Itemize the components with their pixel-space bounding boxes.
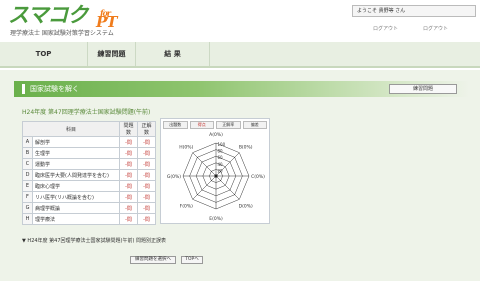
top-button[interactable]: TOPへ <box>181 256 203 264</box>
app-subtitle: 理学療法士 国家試験対策学習システム <box>10 30 114 37</box>
table-row: C 運動学 -問 -問 <box>22 158 156 170</box>
table-header-row: 科目 問題数 正解数 <box>22 121 156 137</box>
row-subject: 生理学 <box>32 147 120 159</box>
app-logo[interactable]: スマコク for PT <box>8 2 117 32</box>
radar-scale-label: 80 <box>218 149 224 154</box>
radar-axis-label: D(0%) <box>239 204 253 210</box>
table-row: F リハ医学(リハ概論を含む) -問 -問 <box>22 191 156 203</box>
row-subject: 臨床医学大要(人間発達学を含む) <box>32 169 120 181</box>
col-correct: 正解数 <box>137 121 156 137</box>
radar-scale-label: 20 <box>218 168 224 173</box>
banner-mark <box>22 84 25 94</box>
radar-axis-label: G(0%) <box>167 174 181 180</box>
row-subject: 解剖学 <box>32 136 120 148</box>
row-letter: A <box>22 136 33 148</box>
row-questions: -問 <box>119 147 138 159</box>
tab-top[interactable]: TOP <box>0 42 88 66</box>
table-row: A 解剖学 -問 -問 <box>22 136 156 148</box>
logo-main: スマコク <box>8 2 88 27</box>
tab-results[interactable]: 結 果 <box>136 42 210 66</box>
radar-axis-label: E(0%) <box>209 216 223 222</box>
radar-tabs: 出題数 得点 正解率 偏差 <box>163 121 267 129</box>
row-correct: -問 <box>137 158 156 170</box>
row-questions: -問 <box>119 202 138 214</box>
radar-chart: A(0%) B(0%) C(0%) D(0%) E(0%) F(0%) G(0%) H(0%)… <box>167 132 265 222</box>
radar-scale-label: 100 <box>218 142 226 147</box>
table-row: G 病理学概論 -問 -問 <box>22 202 156 214</box>
radar-axis-label: A(0%) <box>209 132 223 138</box>
row-questions: -問 <box>119 213 138 225</box>
row-questions: -問 <box>119 136 138 148</box>
section-banner: 国家試験を解く 練習問題 <box>14 81 469 97</box>
row-questions: -問 <box>119 169 138 181</box>
logout-link-2[interactable]: ログアウト <box>423 25 448 32</box>
table-row: E 臨床心理学 -問 -問 <box>22 180 156 192</box>
row-questions: -問 <box>119 191 138 203</box>
row-letter: H <box>22 213 33 225</box>
col-questions: 問題数 <box>119 121 138 137</box>
radar-center-point <box>214 174 218 178</box>
row-subject: 運動学 <box>32 158 120 170</box>
radar-panel: 出題数 得点 正解率 偏差 A(0%) B(0%) C(0%) D(0%) E(0%) F… <box>160 118 270 224</box>
row-correct: -問 <box>137 136 156 148</box>
row-correct: -問 <box>137 191 156 203</box>
table-row: B 生理学 -問 -問 <box>22 147 156 159</box>
radar-axis-label: C(0%) <box>251 174 265 180</box>
radar-axis-label: F(0%) <box>180 204 193 210</box>
row-correct: -問 <box>137 169 156 181</box>
table-row: D 臨床医学大要(人間発達学を含む) -問 -問 <box>22 169 156 181</box>
table-row: H 理学療法 -問 -問 <box>22 213 156 225</box>
row-questions: -問 <box>119 180 138 192</box>
radar-tab-rate[interactable]: 正解率 <box>216 121 241 129</box>
row-subject: 病理学概論 <box>32 202 120 214</box>
main-content: 国家試験を解く 練習問題 H24年度 第47回理学療法士国家試験問題(午前) 科… <box>0 70 480 281</box>
tab-practice[interactable]: 練習問題 <box>88 42 136 66</box>
subject-table: 科目 問題数 正解数 A 解剖学 -問 -問 B 生理学 -問 -問 C 運動学 -問 -問 D臨… <box>22 121 156 225</box>
row-letter: F <box>22 191 33 203</box>
logout-link[interactable]: ログアウト <box>373 25 398 32</box>
row-correct: -問 <box>137 180 156 192</box>
row-subject: 理学療法 <box>32 213 120 225</box>
row-subject: 臨床心理学 <box>32 180 120 192</box>
row-subject: リハ医学(リハ概論を含む) <box>32 191 120 203</box>
row-correct: -問 <box>137 202 156 214</box>
row-correct: -問 <box>137 147 156 159</box>
exam-title: H24年度 第47回理学療法士国家試験問題(午前) <box>22 109 151 116</box>
row-letter: D <box>22 169 33 181</box>
row-letter: C <box>22 158 33 170</box>
row-questions: -問 <box>119 158 138 170</box>
row-correct: -問 <box>137 213 156 225</box>
radar-scale-label: 40 <box>218 162 224 167</box>
main-nav: TOP 練習問題 結 果 <box>0 42 480 68</box>
row-letter: G <box>22 202 33 214</box>
radar-axis-label: B(0%) <box>239 144 253 150</box>
radar-scale-label: 60 <box>218 155 224 160</box>
header: スマコク for PT 理学療法士 国家試験対策学習システム ようこそ 貴野等 … <box>0 0 480 42</box>
radar-axis-label: H(0%) <box>179 144 193 150</box>
select-practice-button[interactable]: 練習問題を選択へ <box>130 256 176 264</box>
answer-sheet-heading: ▼ H24年度 第47回理学療法士国家試験問題(午前) 問題別正誤表 <box>22 238 167 244</box>
row-letter: E <box>22 180 33 192</box>
col-subject: 科目 <box>22 121 120 137</box>
practice-button[interactable]: 練習問題 <box>389 84 457 94</box>
banner-title: 国家試験を解く <box>30 85 79 93</box>
radar-tab-count[interactable]: 出題数 <box>163 121 188 129</box>
row-letter: B <box>22 147 33 159</box>
welcome-box: ようこそ 貴野等 さん <box>352 5 476 17</box>
radar-tab-score[interactable]: 得点 <box>189 121 214 129</box>
radar-tab-deviation[interactable]: 偏差 <box>242 121 267 129</box>
